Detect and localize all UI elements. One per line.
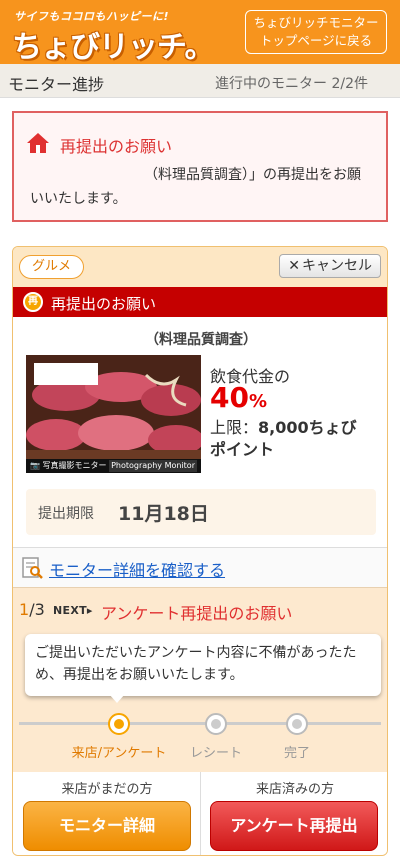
step-label-3: 完了: [283, 746, 310, 761]
alert-title: 再提出のお願い: [60, 137, 173, 156]
step-count: 1/3: [19, 600, 45, 619]
back-to-top-button[interactable]: ちょびリッチモニター トップページに戻る: [245, 10, 387, 54]
step-message-bubble: ご提出いただいたアンケート内容に不備があったため、再提出をお願いいたします。: [25, 634, 381, 696]
back-to-top-line2: トップページに戻る: [259, 33, 373, 48]
shop-photo[interactable]: 📷 写真撮影モニター Photography Monitor: [26, 355, 201, 473]
detail-link-row[interactable]: モニター詳細を確認する: [13, 547, 387, 587]
action-area: 来店がまだの方 来店済みの方 モニター詳細 アンケート再提出: [13, 772, 387, 855]
cancel-button[interactable]: ✕ キャンセル: [279, 254, 381, 278]
resubmit-alert: 再提出のお願い （料理品質調査）」の再提出をお願いいたします。: [12, 111, 388, 222]
reward-limit-suffix: ポイント: [210, 440, 275, 459]
photo-mask: [34, 363, 98, 385]
progress-bar-header: モニター進捗 進行中のモニター 2/2件: [0, 64, 400, 98]
document-search-icon: [22, 557, 43, 579]
close-icon: ✕: [288, 258, 300, 274]
monitor-detail-link[interactable]: モニター詳細を確認する: [49, 557, 225, 581]
step-title: アンケート再提出のお願い: [101, 604, 293, 623]
next-label: NEXT▸: [53, 604, 93, 617]
step-total: /3: [29, 600, 45, 619]
reward-limit: 上限：8,000ちょび ポイント: [210, 417, 380, 461]
resubmit-survey-button[interactable]: アンケート再提出: [210, 801, 378, 851]
step-dot-1: [108, 713, 130, 735]
progress-steps: 1/3 NEXT▸ アンケート再提出のお願い ご提出いただいたアンケート内容に不…: [13, 587, 387, 772]
reward-limit-value: 8,000ちょび: [258, 418, 357, 437]
resubmit-badge-icon: 再: [23, 292, 43, 312]
photo-caption-jp: 写真撮影モニター: [42, 461, 107, 470]
photo-caption-en: Photography Monitor: [109, 460, 197, 472]
step-current: 1: [19, 600, 30, 619]
site-logo[interactable]: ちょびリッチ。: [12, 22, 214, 66]
step-dot-3: [286, 713, 308, 735]
app-header: サイフもココロもハッピーに! ちょびリッチ。 ちょびリッチモニター トップページ…: [0, 0, 400, 66]
not-visited-label: 来店がまだの方: [61, 782, 153, 797]
card-top-bar: グルメ ✕ キャンセル: [13, 247, 387, 287]
bubble-tail: [109, 694, 125, 703]
deadline-value: 11月18日: [118, 503, 209, 525]
reward-percent: 40%: [210, 381, 267, 414]
home-alert-icon: [27, 133, 49, 153]
alert-message: （料理品質調査）」の再提出をお願いいたします。: [30, 167, 361, 207]
back-to-top-line1: ちょびリッチモニター: [253, 15, 379, 30]
monitor-count: 進行中のモニター 2/2件: [215, 76, 368, 92]
cancel-label: キャンセル: [302, 258, 372, 274]
resubmit-banner: 再 再提出のお願い: [13, 287, 387, 317]
page-title: モニター進捗: [8, 75, 105, 94]
genre-tag: グルメ: [19, 255, 85, 279]
step-track: [19, 722, 381, 725]
reward-percent-unit: %: [248, 391, 268, 412]
visited-label: 来店済みの方: [255, 782, 334, 797]
reward-limit-prefix: 上限：: [210, 418, 259, 437]
resubmit-banner-text: 再提出のお願い: [51, 295, 157, 313]
deadline-box: 提出期限 11月18日: [26, 489, 376, 535]
deadline-label: 提出期限: [38, 506, 94, 522]
survey-name: （料理品質調査）: [145, 332, 257, 348]
step-dot-2: [205, 713, 227, 735]
reward-percent-value: 40: [210, 381, 249, 414]
monitor-detail-button[interactable]: モニター詳細: [23, 801, 191, 851]
monitor-card: グルメ ✕ キャンセル 再 再提出のお願い （料理品質調査） 📷 写真撮影モニター…: [12, 246, 388, 856]
camera-icon: 📷: [30, 461, 40, 470]
